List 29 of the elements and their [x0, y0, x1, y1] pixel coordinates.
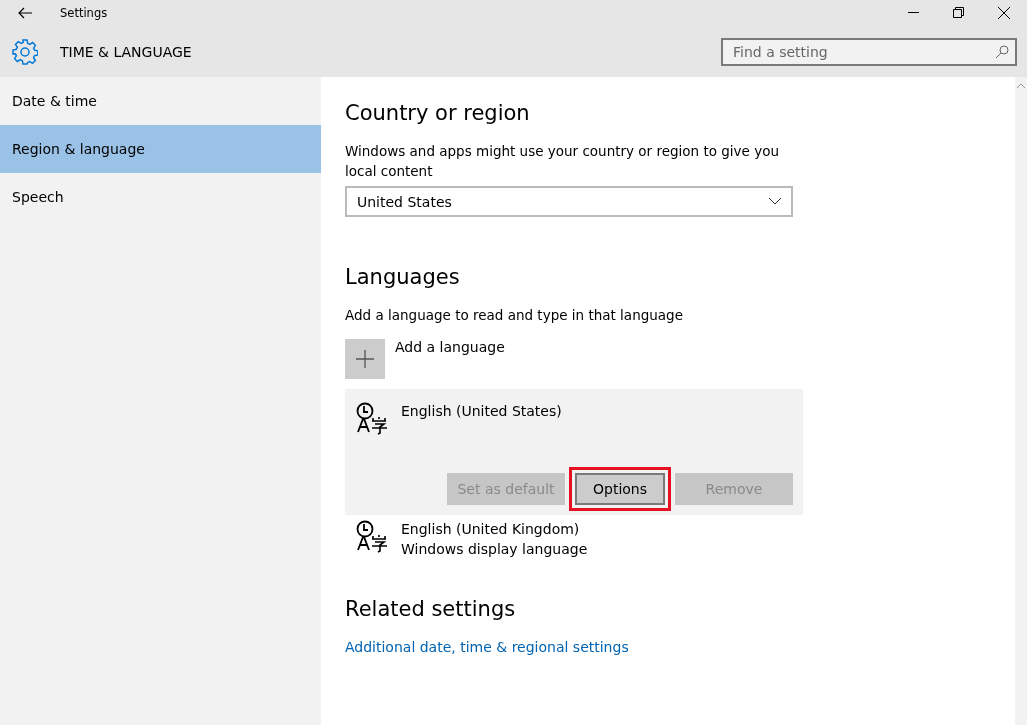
country-dropdown[interactable]: United States [345, 186, 793, 217]
section-heading: Country or region [345, 101, 531, 125]
section-description: Windows and apps might use your country or region to give you local content [345, 142, 780, 181]
language-icon [355, 519, 389, 553]
language-name: English (United States) [401, 402, 562, 421]
sidebar-item[interactable]: Speech [0, 173, 321, 221]
plus-icon [356, 350, 374, 368]
sidebar-item[interactable]: Region & language [0, 125, 321, 173]
search-icon[interactable] [995, 44, 1009, 59]
search-field[interactable]: Find a setting [721, 37, 1017, 66]
close-icon[interactable] [998, 7, 1010, 19]
language-subtitle: Windows display language [401, 540, 588, 559]
section-heading: Related settings [345, 597, 517, 621]
add-language-label[interactable]: Add a language [395, 339, 505, 355]
section-description: Add a language to read and type in that language [345, 306, 684, 325]
page-title: TIME & LANGUAGE [60, 43, 193, 60]
back-arrow-icon[interactable] [18, 7, 32, 19]
regional-settings-link[interactable]: Additional date, time & regional settings [345, 639, 629, 655]
restore-icon[interactable] [953, 7, 964, 18]
language-icon [355, 401, 389, 435]
language-item[interactable]: English (United Kingdom) Windows display language [345, 515, 803, 563]
language-name: English (United Kingdom) [401, 520, 581, 539]
add-button[interactable] [345, 339, 385, 379]
settings-icon [12, 38, 38, 65]
window-title: Settings [60, 6, 109, 20]
scroll-up-icon[interactable] [1017, 83, 1025, 88]
chevron-down-icon [769, 198, 781, 205]
sidebar-item[interactable]: Date & time [0, 77, 321, 125]
section-heading: Languages [345, 265, 461, 289]
